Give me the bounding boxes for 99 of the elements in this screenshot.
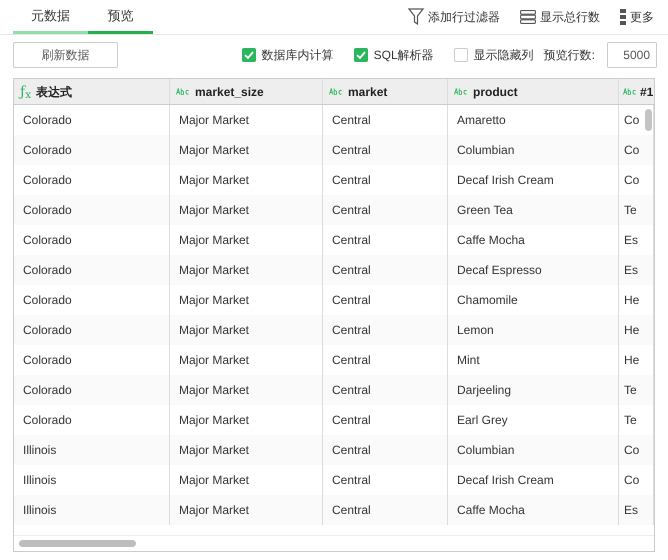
table-cell-text: Central: [332, 142, 371, 159]
table-cell-text: Central: [332, 202, 371, 219]
filter-icon: [408, 8, 424, 26]
table-cell-text: Co: [624, 142, 640, 159]
table-cell-text: Decaf Irish Cream: [457, 172, 554, 189]
toolbar-button[interactable]: 显示总行数: [520, 8, 600, 26]
table-cell-text: Major Market: [179, 322, 250, 339]
text-type-icon: [623, 88, 637, 95]
table-cell-text: Central: [332, 262, 371, 279]
checkbox-label: SQL解析器: [374, 47, 434, 64]
refresh-button[interactable]: 刷新数据: [13, 42, 118, 68]
checkbox[interactable]: [242, 48, 256, 62]
table-cell-text: Decaf Espresso: [457, 262, 542, 279]
column-header[interactable]: 表达式: [36, 82, 72, 100]
table-cell-text: Major Market: [179, 472, 250, 489]
table-cell-text: Central: [332, 112, 371, 129]
table-cell-text: Colorado: [23, 262, 72, 279]
table-cell-text: Co: [624, 442, 640, 459]
table-cell-text: He: [624, 292, 640, 309]
column-header[interactable]: market_size: [195, 82, 264, 100]
table-cell-text: Lemon: [457, 322, 494, 339]
table-cell-text: Es: [624, 262, 638, 279]
rows-icon: [520, 10, 536, 24]
table-cell-text: Colorado: [23, 232, 72, 249]
table-cell-text: Green Tea: [457, 202, 513, 219]
column-header[interactable]: market: [348, 82, 388, 100]
table-cell-text: Central: [332, 472, 371, 489]
checkbox-label: 数据库内计算: [262, 47, 334, 64]
table-cell-text: Colorado: [23, 142, 72, 159]
checkbox[interactable]: [354, 48, 368, 62]
table-cell-text: Illinois: [23, 502, 56, 519]
table-cell-text: Major Market: [179, 112, 250, 129]
table-cell-text: Central: [332, 412, 371, 429]
vertical-scrollbar[interactable]: [645, 109, 652, 131]
table-cell-text: Amaretto: [457, 112, 506, 129]
text-type-icon: [329, 88, 343, 95]
toolbar-button[interactable]: 更多: [620, 8, 654, 26]
table-cell-text: Central: [332, 322, 371, 339]
checkbox[interactable]: [454, 48, 468, 62]
text-type-icon: [176, 88, 190, 95]
table-cell-text: Caffe Mocha: [457, 232, 525, 249]
table-cell-text: Illinois: [23, 442, 56, 459]
preview-rows-field[interactable]: 5000: [607, 42, 657, 68]
table-cell-text: Colorado: [23, 172, 72, 189]
table-cell-text: Central: [332, 352, 371, 369]
table-cell-text: Te: [624, 412, 637, 429]
table-cell-text: Co: [624, 172, 640, 189]
table-cell-text: Columbian: [457, 142, 514, 159]
table-cell-text: Chamomile: [457, 292, 518, 309]
table-cell-text: Central: [332, 292, 371, 309]
table-cell-text: Major Market: [179, 292, 250, 309]
table-cell-text: Decaf Irish Cream: [457, 472, 554, 489]
table-cell-text: Te: [624, 382, 637, 399]
checkbox-label: 显示隐藏列: [474, 47, 534, 64]
table-cell-text: He: [624, 352, 640, 369]
table-cell-text: Central: [332, 232, 371, 249]
table-cell-text: Earl Grey: [457, 412, 508, 429]
table-cell-text: Co: [624, 472, 640, 489]
table-cell-text: Es: [624, 232, 638, 249]
table-cell-text: Colorado: [23, 292, 72, 309]
table-cell-text: Central: [332, 502, 371, 519]
table-cell-text: Colorado: [23, 412, 72, 429]
table-cell-text: Central: [332, 382, 371, 399]
table-cell-text: Major Market: [179, 382, 250, 399]
table-cell-text: Major Market: [179, 262, 250, 279]
tab[interactable]: 元数据: [13, 0, 88, 34]
table-cell-text: Major Market: [179, 352, 250, 369]
table-cell-text: Colorado: [23, 202, 72, 219]
table-cell-text: Darjeeling: [457, 382, 512, 399]
table-cell-text: Colorado: [23, 382, 72, 399]
table-cell-text: Major Market: [179, 232, 250, 249]
table-cell-text: Major Market: [179, 172, 250, 189]
table-cell-text: He: [624, 322, 640, 339]
table-cell-text: Central: [332, 172, 371, 189]
table-cell-text: Co: [624, 112, 640, 129]
table-cell-text: Mint: [457, 352, 480, 369]
table-cell-text: Major Market: [179, 202, 250, 219]
table-cell-text: Colorado: [23, 112, 72, 129]
text-type-icon: [454, 88, 468, 95]
table-cell-text: Caffe Mocha: [457, 502, 525, 519]
table-cell-text: Central: [332, 442, 371, 459]
column-header[interactable]: product: [473, 82, 518, 100]
table-cell-text: Colorado: [23, 352, 72, 369]
tab[interactable]: 预览: [88, 0, 153, 34]
table-cell-text: Columbian: [457, 442, 514, 459]
horizontal-scrollbar[interactable]: [19, 540, 136, 547]
table-cell-text: Major Market: [179, 412, 250, 429]
table-cell-text: Major Market: [179, 142, 250, 159]
table-cell-text: Colorado: [23, 322, 72, 339]
formula-icon: ƒ$_{x}$: [20, 84, 32, 98]
toolbar-button[interactable]: 添加行过滤器: [408, 8, 500, 26]
table-cell-text: Major Market: [179, 502, 250, 519]
table-cell-text: Illinois: [23, 472, 56, 489]
table-cell-text: Major Market: [179, 442, 250, 459]
table-cell-text: Es: [624, 502, 638, 519]
column-header[interactable]: #1: [640, 82, 654, 100]
table-cell-text: Te: [624, 202, 637, 219]
more-icon: [620, 9, 626, 25]
preview-rows-label: 预览行数:: [544, 47, 595, 64]
